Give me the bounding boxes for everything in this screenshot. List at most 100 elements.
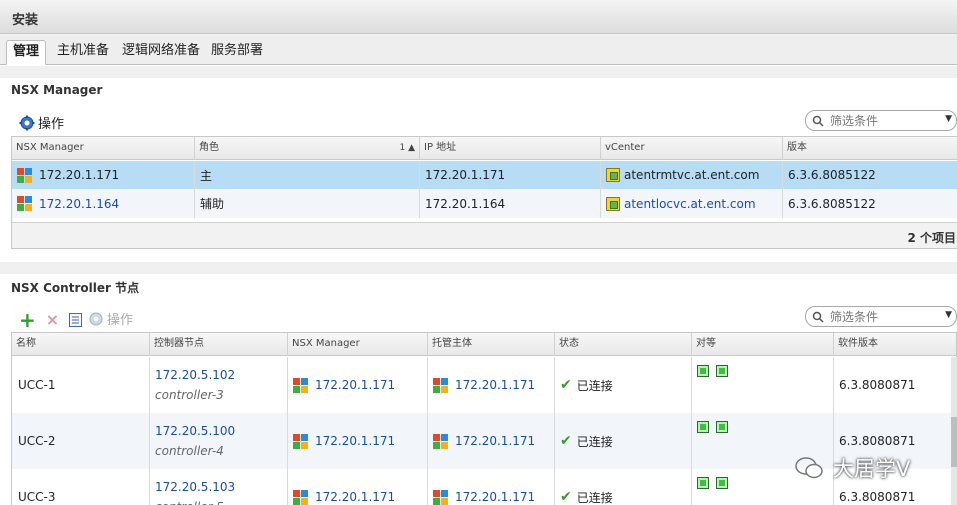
controller-node-cell[interactable]: 172.20.5.100 controller-4 [150, 413, 288, 469]
node-ip-link[interactable]: 172.20.5.100 [155, 424, 235, 438]
vcenter-cell[interactable]: atentrmtvc.at.ent.com [601, 161, 783, 189]
manager-ip[interactable]: 172.20.1.171 [39, 168, 119, 182]
controller-node-cell[interactable]: 172.20.5.102 controller-3 [150, 357, 288, 413]
manager-cell[interactable]: 172.20.1.164 [12, 189, 195, 218]
controllers-actions-button[interactable]: 操作 [88, 309, 133, 328]
col-header-nsx-manager[interactable]: NSX Manager [12, 137, 195, 160]
managers-filter-input[interactable] [830, 113, 940, 128]
controllers-toolbar: + × [19, 310, 83, 330]
col-header-name[interactable]: 名称 [12, 333, 150, 356]
manager-cell[interactable]: 172.20.1.171 [288, 469, 428, 505]
version-cell: 6.3.6.8085122 [783, 161, 957, 189]
col-header-controller-node[interactable]: 控制器节点 [150, 333, 288, 356]
window-title-bar: 安装 [0, 0, 957, 34]
controllers-section-title: NSX Controller 节点 [11, 281, 140, 295]
controllers-filter[interactable]: ▼ [805, 306, 957, 327]
scrollbar-thumb[interactable] [951, 417, 957, 467]
host-icon [433, 433, 448, 449]
vertical-scrollbar[interactable] [951, 357, 957, 505]
check-icon: ✔ [560, 377, 572, 393]
host-link[interactable]: 172.20.1.171 [455, 378, 535, 392]
delete-icon[interactable]: × [46, 310, 59, 329]
name-cell: UCC-1 [12, 357, 150, 413]
nsx-manager-icon [17, 196, 32, 211]
peer-status-icon [716, 365, 728, 377]
host-link[interactable]: 172.20.1.171 [455, 490, 535, 504]
managers-filter[interactable]: ▼ [805, 110, 957, 131]
table-row[interactable]: 172.20.1.171 主 172.20.1.171 atentrmtvc.a… [12, 161, 957, 189]
tab-manage[interactable]: 管理 [6, 40, 47, 65]
watermark-text: 大居学V [833, 457, 911, 481]
chevron-down-icon[interactable]: ▼ [945, 114, 952, 124]
window-title: 安装 [12, 13, 39, 28]
host-cell[interactable]: 172.20.1.171 [428, 413, 555, 469]
add-icon[interactable]: + [19, 310, 36, 330]
status-cell: ✔ 已连接 [555, 413, 692, 469]
tab-bar: 管理 主机准备 逻辑网络准备 服务部署 [0, 34, 957, 65]
status-text: 已连接 [576, 434, 613, 449]
col-header-host[interactable]: 托管主体 [428, 333, 555, 356]
controllers-grid-header: 名称 控制器节点 NSX Manager 托管主体 状态 对等 软件版本 [12, 333, 956, 356]
tab-service-deployment[interactable]: 服务部署 [205, 40, 269, 65]
node-name: controller-5 [155, 500, 224, 505]
node-name: controller-4 [155, 444, 224, 458]
node-ip-link[interactable]: 172.20.5.103 [155, 480, 235, 494]
col-header-role[interactable]: 角色 1 ▲ [195, 137, 420, 160]
peer-status-icon [697, 365, 709, 377]
manager-ip-link[interactable]: 172.20.1.164 [39, 197, 119, 211]
peers-cell [692, 357, 834, 413]
chevron-down-icon[interactable]: ▼ [945, 310, 952, 320]
managers-grid-header: NSX Manager 角色 1 ▲ IP 地址 vCenter 版本 [12, 137, 957, 160]
table-row[interactable]: UCC-1 172.20.5.102 controller-3 172.20.1… [12, 357, 956, 413]
search-icon [812, 115, 824, 127]
peer-status-icon [716, 477, 728, 489]
nsx-manager-icon [293, 377, 308, 393]
col-header-vcenter[interactable]: vCenter [601, 137, 783, 160]
col-header-role-label: 角色 [199, 142, 219, 153]
tab-logical-network-prep[interactable]: 逻辑网络准备 [116, 40, 206, 65]
col-header-version[interactable]: 版本 [783, 137, 957, 160]
name-cell: UCC-3 [12, 469, 150, 505]
vcenter-link[interactable]: atentlocvc.at.ent.com [624, 197, 756, 211]
peer-status-icon [697, 421, 709, 433]
manager-cell[interactable]: 172.20.1.171 [12, 161, 195, 189]
tab-host-prep[interactable]: 主机准备 [51, 40, 115, 65]
status-text: 已连接 [576, 490, 613, 505]
peer-status-icon [716, 421, 728, 433]
sort-indicator: 1 ▲ [399, 143, 415, 153]
clipboard-icon[interactable] [69, 312, 83, 327]
ip-cell: 172.20.1.164 [420, 189, 601, 218]
controller-node-cell[interactable]: 172.20.5.103 controller-5 [150, 469, 288, 505]
col-header-status[interactable]: 状态 [555, 333, 692, 356]
status-text: 已连接 [576, 378, 613, 393]
col-header-ip[interactable]: IP 地址 [420, 137, 601, 160]
host-link[interactable]: 172.20.1.171 [455, 434, 535, 448]
col-header-nsx-manager[interactable]: NSX Manager [288, 333, 428, 356]
manager-link[interactable]: 172.20.1.171 [315, 434, 395, 448]
section-separator [0, 262, 957, 274]
vcenter-name[interactable]: atentrmtvc.at.ent.com [624, 168, 759, 182]
version-cell: 6.3.6.8085122 [783, 189, 957, 218]
controllers-filter-input[interactable] [830, 309, 940, 324]
host-cell[interactable]: 172.20.1.171 [428, 469, 555, 505]
status-cell: ✔ 已连接 [555, 469, 692, 505]
nsx-manager-icon [293, 489, 308, 505]
manager-cell[interactable]: 172.20.1.171 [288, 357, 428, 413]
node-ip-link[interactable]: 172.20.5.102 [155, 368, 235, 382]
host-cell[interactable]: 172.20.1.171 [428, 357, 555, 413]
controllers-actions-label: 操作 [107, 313, 134, 328]
col-header-peers[interactable]: 对等 [692, 333, 834, 356]
peer-status-icon [697, 477, 709, 489]
vcenter-icon [606, 168, 620, 182]
vcenter-cell[interactable]: atentlocvc.at.ent.com [601, 189, 783, 218]
table-row[interactable]: 172.20.1.164 辅助 172.20.1.164 atentlocvc.… [12, 189, 957, 218]
managers-actions-button[interactable]: 操作 [19, 113, 64, 132]
manager-link[interactable]: 172.20.1.171 [315, 490, 395, 504]
check-icon: ✔ [560, 433, 572, 449]
search-icon [812, 311, 824, 323]
role-cell: 主 [195, 161, 420, 189]
col-header-software-version[interactable]: 软件版本 [834, 333, 956, 356]
manager-cell[interactable]: 172.20.1.171 [288, 413, 428, 469]
manager-link[interactable]: 172.20.1.171 [315, 378, 395, 392]
host-icon [433, 489, 448, 505]
